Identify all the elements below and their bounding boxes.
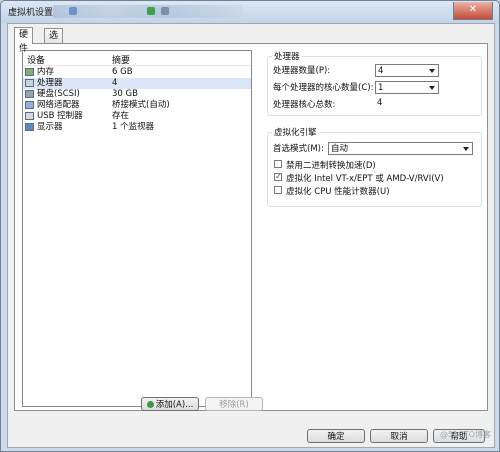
device-list: 设备 摘要 内存 6 GB 处理器 4 硬盘(SCSI) 30 GB 网络适配器…	[22, 50, 252, 407]
device-name: 显示器	[37, 122, 63, 132]
tab-hardware[interactable]: 硬件	[14, 27, 34, 54]
device-summary: 桥接模式(自动)	[112, 100, 170, 110]
virtualization-group-title: 虚拟化引擎	[272, 126, 319, 138]
cancel-button[interactable]: 取消	[370, 429, 428, 443]
network-adapter-icon	[25, 101, 34, 109]
ok-button[interactable]: 确定	[307, 429, 365, 443]
device-row-usb-controller[interactable]: USB 控制器 存在	[23, 111, 251, 122]
device-summary: 存在	[112, 111, 130, 121]
device-name: 硬盘(SCSI)	[37, 89, 80, 99]
total-cores-label: 处理器核心总数:	[273, 100, 336, 110]
dialog-body: 硬件 选项 设备 摘要 内存 6 GB 处理器 4	[7, 23, 495, 448]
column-header-summary[interactable]: 摘要	[112, 53, 130, 66]
display-icon	[25, 123, 34, 131]
device-list-header: 设备 摘要	[23, 51, 251, 66]
hard-disk-icon	[25, 90, 34, 98]
hardware-panel: 设备 摘要 内存 6 GB 处理器 4 硬盘(SCSI) 30 GB 网络适配器…	[14, 43, 488, 411]
title-bar: 虚拟机设置 ✕	[1, 1, 499, 23]
device-row-display[interactable]: 显示器 1 个监视器	[23, 122, 251, 133]
device-summary: 4	[112, 78, 118, 88]
device-summary: 30 GB	[112, 89, 138, 99]
preferred-mode-value: 自动	[331, 144, 349, 154]
device-name: 网络适配器	[37, 100, 80, 110]
window-title: 虚拟机设置	[8, 8, 54, 18]
virtualization-group: 虚拟化引擎 首选模式(M): 自动 禁用二进制转换加速(D) ✓ 虚拟化 Int…	[267, 126, 482, 207]
cores-per-processor-value: 1	[378, 83, 384, 93]
device-row-memory[interactable]: 内存 6 GB	[23, 67, 251, 78]
disable-binary-translation-label: 禁用二进制转换加速(D)	[286, 161, 376, 171]
device-row-processor[interactable]: 处理器 4	[23, 78, 251, 89]
column-header-device[interactable]: 设备	[27, 53, 45, 66]
virtualize-vtx-label: 虚拟化 Intel VT-x/EPT 或 AMD-V/RVI(V)	[286, 174, 444, 184]
toolbar-icon	[69, 7, 77, 15]
cores-per-processor-label: 每个处理器的核心数量(C):	[273, 83, 374, 93]
add-button-label: 添加(A)...	[155, 400, 194, 410]
memory-icon	[25, 68, 34, 76]
device-summary: 1 个监视器	[112, 122, 155, 132]
dialog-window: 虚拟机设置 ✕ 硬件 选项 设备 摘要 内存 6 GB	[0, 0, 500, 452]
device-row-hard-disk[interactable]: 硬盘(SCSI) 30 GB	[23, 89, 251, 100]
disable-binary-translation-checkbox[interactable]	[274, 160, 282, 168]
processor-count-value: 4	[378, 66, 384, 76]
preferred-mode-label: 首选模式(M):	[273, 144, 324, 154]
preferred-mode-select[interactable]: 自动	[328, 142, 473, 155]
add-button[interactable]: 添加(A)...	[141, 397, 199, 411]
total-cores-value: 4	[377, 98, 383, 108]
virtualize-cpu-counters-checkbox[interactable]	[274, 186, 282, 194]
cores-per-processor-select[interactable]: 1	[375, 81, 439, 94]
virtualize-vtx-checkbox[interactable]: ✓	[274, 173, 282, 181]
device-name: 处理器	[37, 78, 63, 88]
device-name: USB 控制器	[37, 111, 83, 121]
chevron-down-icon	[429, 69, 435, 73]
processor-count-select[interactable]: 4	[375, 64, 439, 77]
watermark-text: @51CTO博客	[440, 430, 491, 439]
processor-group: 处理器 处理器数量(P): 4 每个处理器的核心数量(C): 1 处理器核心总数…	[267, 50, 482, 116]
chevron-down-icon	[463, 147, 469, 151]
device-name: 内存	[37, 67, 55, 77]
toolbar-icon	[161, 7, 169, 15]
add-icon	[146, 401, 154, 408]
virtualize-cpu-counters-label: 虚拟化 CPU 性能计数器(U)	[286, 187, 390, 197]
remove-button[interactable]: 移除(R)	[205, 397, 263, 411]
device-row-network-adapter[interactable]: 网络适配器 桥接模式(自动)	[23, 100, 251, 111]
processor-count-label: 处理器数量(P):	[273, 66, 331, 76]
tab-options[interactable]: 选项	[44, 28, 64, 55]
play-icon	[147, 7, 155, 15]
device-summary: 6 GB	[112, 67, 133, 77]
chevron-down-icon	[429, 86, 435, 90]
processor-group-title: 处理器	[272, 50, 302, 62]
processor-icon	[25, 79, 34, 87]
close-icon[interactable]: ✕	[453, 2, 493, 20]
usb-controller-icon	[25, 112, 34, 120]
